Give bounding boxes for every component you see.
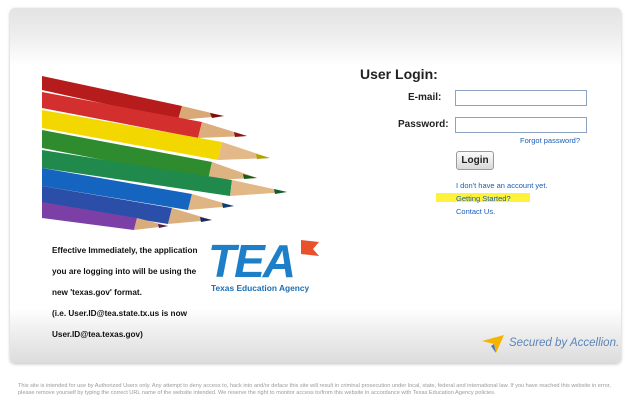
forgot-password-link[interactable]: Forgot password? bbox=[520, 136, 580, 145]
footer-disclaimer: This site is intended for use by Authori… bbox=[18, 383, 611, 397]
login-title: User Login: bbox=[360, 66, 438, 82]
contact-us-link[interactable]: Contact Us. bbox=[456, 207, 495, 216]
colored-pencils-image bbox=[42, 76, 287, 230]
notice-line: (i.e. User.ID@tea.state.tx.us is now bbox=[52, 309, 187, 319]
tea-logo: TEA Texas Education Agency bbox=[208, 238, 323, 296]
password-field[interactable] bbox=[455, 117, 587, 133]
tea-logo-caption: Texas Education Agency bbox=[211, 283, 310, 293]
getting-started-link[interactable]: Getting Started? bbox=[456, 194, 511, 203]
notice-text: Effective Immediately, the application y… bbox=[52, 235, 217, 352]
notice-line: new 'texas.gov' format. bbox=[52, 287, 142, 297]
password-label: Password: bbox=[398, 119, 449, 130]
login-button[interactable]: Login bbox=[456, 151, 494, 170]
secured-text: Secured by Accellion. bbox=[509, 337, 620, 349]
flag-icon bbox=[301, 240, 319, 256]
email-label: E-mail: bbox=[408, 92, 442, 103]
no-account-link[interactable]: I don't have an account yet. bbox=[456, 181, 548, 190]
email-field[interactable] bbox=[455, 90, 587, 106]
notice-line: User.ID@tea.texas.gov) bbox=[52, 330, 143, 340]
tea-logo-text: TEA bbox=[208, 235, 296, 287]
accellion-arrow-icon bbox=[482, 335, 504, 353]
notice-line: you are logging into will be using the bbox=[52, 266, 197, 276]
notice-line: Effective Immediately, the application bbox=[52, 245, 198, 255]
